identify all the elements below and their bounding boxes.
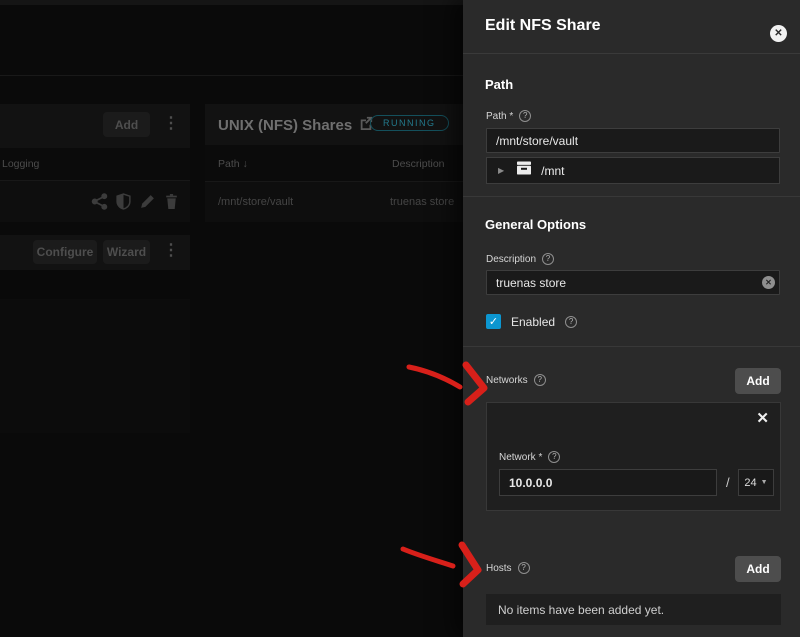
header-divider <box>0 75 463 76</box>
delete-icon[interactable] <box>163 193 180 210</box>
iscsi-wizard-button[interactable]: Wizard <box>103 240 150 264</box>
smb-shares-card: Add ⋮ Logging <box>0 104 190 222</box>
smb-add-button[interactable]: Add <box>103 112 150 137</box>
help-icon[interactable]: ? <box>542 253 554 265</box>
iscsi-card: Configure Wizard ⋮ <box>0 235 190 433</box>
shield-icon[interactable] <box>115 193 132 210</box>
help-icon[interactable]: ? <box>534 374 546 386</box>
panel-title: Edit NFS Share <box>485 17 601 35</box>
tree-expand-icon[interactable]: ▶ <box>498 166 504 175</box>
smb-card-header: Add ⋮ <box>0 104 190 148</box>
iscsi-card-header: Configure Wizard ⋮ <box>0 235 190 270</box>
help-icon[interactable]: ? <box>565 316 577 328</box>
enabled-checkbox[interactable]: ✓ <box>486 314 501 329</box>
edit-nfs-share-panel: Edit NFS Share ✕ Path Path * ? ▶ /mnt Ge… <box>463 0 800 637</box>
smb-menu-icon[interactable]: ⋮ <box>163 116 179 132</box>
nfs-column-path[interactable]: Path ↓ <box>218 158 248 170</box>
enabled-label: Enabled <box>511 315 555 329</box>
smb-table-row <box>0 180 190 222</box>
network-input[interactable] <box>499 469 717 496</box>
networks-label: Networks <box>486 375 528 386</box>
panel-header: Edit NFS Share ✕ <box>463 0 800 54</box>
remove-network-icon[interactable]: ✕ <box>756 411 769 426</box>
network-entry-card: ✕ Network * ? / 24 ▼ <box>486 402 781 511</box>
share-icon[interactable] <box>91 193 108 210</box>
section-divider <box>463 196 800 197</box>
chevron-down-icon: ▼ <box>761 479 768 486</box>
folder-icon <box>516 161 532 180</box>
smb-row-actions <box>91 193 180 210</box>
nfs-row-description: truenas store <box>390 196 454 208</box>
network-field-label: Network * ? <box>499 451 560 463</box>
networks-add-button[interactable]: Add <box>735 368 781 394</box>
description-field-label: Description ? <box>486 253 554 265</box>
nfs-shares-card: UNIX (NFS) Shares RUNNING Path ↓ Descrip… <box>205 104 463 222</box>
path-field-label: Path * ? <box>486 110 531 122</box>
description-input[interactable] <box>486 270 780 295</box>
dimmed-background: Add ⋮ Logging <box>0 0 463 637</box>
nfs-column-description[interactable]: Description <box>392 158 445 170</box>
hosts-empty-box: No items have been added yet. <box>486 594 781 625</box>
help-icon[interactable]: ? <box>518 562 530 574</box>
path-input[interactable] <box>486 128 780 153</box>
nfs-table-header: Path ↓ Description <box>205 145 463 181</box>
hosts-empty-text: No items have been added yet. <box>498 603 664 617</box>
clear-input-icon[interactable]: ✕ <box>762 276 775 289</box>
close-icon[interactable]: ✕ <box>770 25 787 42</box>
smb-table-header: Logging <box>0 148 190 180</box>
iscsi-table-body <box>0 299 190 433</box>
screen: Add ⋮ Logging <box>0 0 800 637</box>
nfs-status-badge[interactable]: RUNNING <box>370 115 449 131</box>
enabled-row: ✓ Enabled ? <box>486 314 577 329</box>
help-icon[interactable]: ? <box>519 110 531 122</box>
section-divider <box>463 346 800 347</box>
edit-icon[interactable] <box>139 193 156 210</box>
nfs-table-row[interactable]: /mnt/store/vault truenas store <box>205 181 463 222</box>
hosts-add-button[interactable]: Add <box>735 556 781 582</box>
cidr-separator: / <box>726 475 730 490</box>
path-tree-node[interactable]: ▶ /mnt <box>486 157 780 184</box>
help-icon[interactable]: ? <box>548 451 560 463</box>
sort-down-icon: ↓ <box>243 158 248 170</box>
smb-column-logging: Logging <box>2 158 39 170</box>
iscsi-configure-button[interactable]: Configure <box>33 240 97 264</box>
general-options-heading: General Options <box>485 217 586 232</box>
prefix-select[interactable]: 24 ▼ <box>738 469 774 496</box>
nfs-row-path: /mnt/store/vault <box>218 196 293 208</box>
top-bar <box>0 0 463 5</box>
path-section-heading: Path <box>485 77 513 92</box>
hosts-label: Hosts <box>486 563 512 574</box>
nfs-card-title: UNIX (NFS) Shares <box>218 117 352 134</box>
prefix-value: 24 <box>744 477 756 489</box>
nfs-card-header: UNIX (NFS) Shares RUNNING <box>205 104 463 145</box>
tree-node-label: /mnt <box>541 164 564 178</box>
iscsi-menu-icon[interactable]: ⋮ <box>163 243 179 259</box>
iscsi-table-header <box>0 270 190 299</box>
